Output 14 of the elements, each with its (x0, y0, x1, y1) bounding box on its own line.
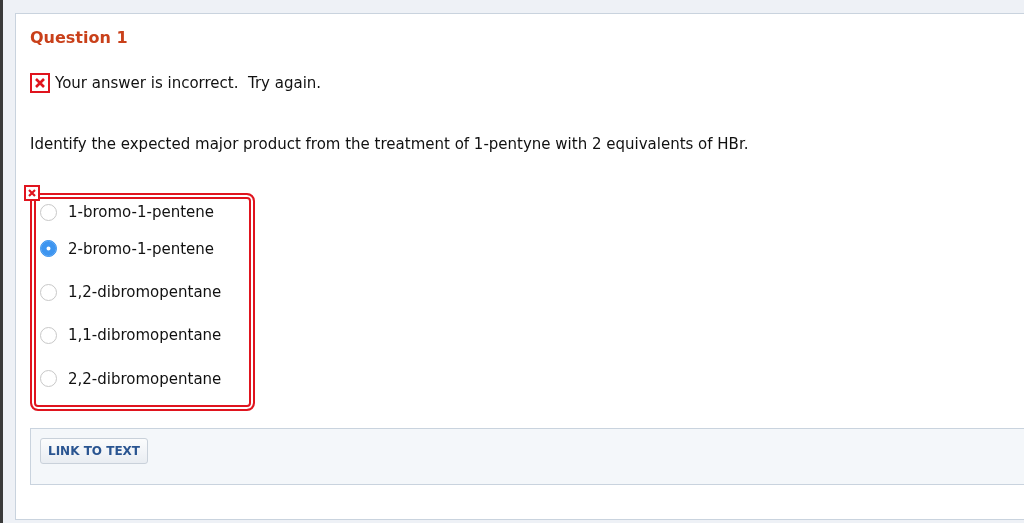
radio-button[interactable] (40, 370, 57, 388)
radio-button[interactable] (40, 203, 57, 221)
choice-label[interactable]: 2-bromo-1-pentene (68, 239, 215, 258)
question-text: Identify the expected major product from the treatment of 1-pentyne with 2 equivalents of HBr. (30, 135, 750, 153)
radio-button[interactable] (40, 283, 57, 301)
choice-label[interactable]: 1,2-dibromopentane (68, 283, 222, 302)
choice-label[interactable]: 1,1-dibromopentane (68, 326, 222, 345)
choice-label[interactable]: 2,2-dibromopentane (68, 369, 222, 388)
feedback-message: Your answer is incorrect. Try again. (55, 74, 322, 92)
choice-label[interactable]: 1-bromo-1-pentene (68, 203, 215, 221)
radio-button[interactable] (40, 326, 57, 344)
question-title: Question 1 (30, 28, 129, 48)
radio-button[interactable] (40, 240, 57, 258)
link-to-text-button[interactable]: LINK TO TEXT (40, 437, 148, 464)
